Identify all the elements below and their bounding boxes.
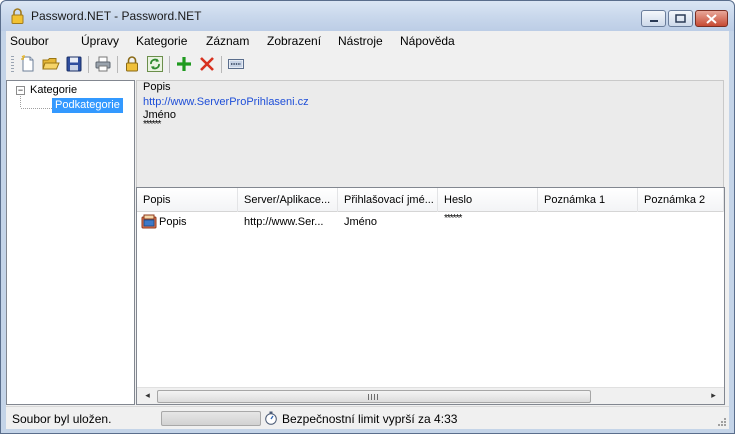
toolbar-separator — [88, 56, 89, 73]
entry-folder-icon — [141, 214, 157, 229]
tree-connector — [20, 96, 21, 108]
delete-x-icon[interactable] — [198, 55, 216, 73]
close-icon — [706, 13, 717, 24]
toolbar-grip[interactable] — [11, 56, 14, 74]
column-header-popis[interactable]: Popis — [137, 188, 238, 212]
table-row[interactable]: Popis http://www.Ser... Jméno ****** — [137, 212, 724, 230]
tree-collapse-toggle[interactable]: − — [16, 86, 25, 95]
open-folder-icon[interactable] — [42, 55, 60, 73]
detail-url-link[interactable]: http://www.ServerProPrihlaseni.cz — [143, 96, 309, 108]
scrollbar-grip — [368, 394, 378, 400]
maximize-icon — [675, 14, 686, 23]
tree-connector — [21, 108, 52, 109]
toolbar-separator — [221, 56, 222, 73]
scrollbar-thumb[interactable] — [157, 390, 591, 403]
add-plus-icon[interactable] — [175, 55, 193, 73]
menu-zobrazeni[interactable]: Zobrazení — [267, 34, 321, 48]
column-header-poznamka2[interactable]: Poznámka 2 — [638, 188, 724, 212]
minimize-icon — [649, 19, 658, 22]
refresh-icon[interactable] — [146, 55, 164, 73]
cell-popis: Popis — [159, 216, 187, 228]
detail-panel: Popis http://www.ServerProPrihlaseni.cz … — [136, 80, 724, 188]
title-bar[interactable]: Password.NET - Password.NET — [1, 1, 734, 31]
toolbar-separator — [117, 56, 118, 73]
close-button[interactable] — [695, 10, 728, 27]
toolbar-separator — [169, 56, 170, 73]
menu-zaznam[interactable]: Záznam — [206, 34, 249, 48]
horizontal-scrollbar[interactable]: ◂ ▸ — [137, 387, 724, 404]
menu-bar: Soubor Úpravy Kategorie Záznam Zobrazení… — [6, 31, 729, 51]
padlock-app-icon — [11, 8, 24, 24]
resize-grip-icon[interactable] — [717, 417, 727, 427]
detail-title: Popis — [143, 81, 171, 93]
status-message: Soubor byl uložen. — [12, 412, 112, 426]
entries-list[interactable]: Popis Server/Aplikace... Přihlašovací jm… — [136, 187, 725, 405]
detail-password: ****** — [143, 119, 161, 130]
cell-heslo: ****** — [444, 213, 462, 224]
tree-node-podkategorie[interactable]: Podkategorie — [52, 98, 123, 113]
category-tree[interactable]: − Kategorie Podkategorie — [6, 80, 135, 405]
cell-server: http://www.Ser... — [244, 216, 324, 228]
cell-login: Jméno — [344, 216, 378, 228]
window-title: Password.NET - Password.NET — [31, 9, 202, 23]
status-bar: Soubor byl uložen. Bezpečnostní limit vy… — [6, 406, 729, 429]
menu-kategorie[interactable]: Kategorie — [136, 34, 187, 48]
tree-node-kategorie[interactable]: Kategorie — [30, 84, 77, 96]
menu-upravy[interactable]: Úpravy — [81, 34, 119, 48]
column-header-heslo[interactable]: Heslo — [438, 188, 538, 212]
minimize-button[interactable] — [641, 10, 666, 27]
menu-soubor[interactable]: Soubor — [10, 34, 49, 48]
column-header-server[interactable]: Server/Aplikace... — [238, 188, 338, 212]
security-timer-text: Bezpečnostní limit vyprší za 4:33 — [282, 412, 458, 426]
column-header-login[interactable]: Přihlašovací jmé... — [338, 188, 438, 212]
password-field-icon[interactable] — [227, 55, 245, 73]
maximize-button[interactable] — [668, 10, 693, 27]
security-timeout-progress — [161, 411, 261, 426]
menu-napoveda[interactable]: Nápověda — [400, 34, 455, 48]
toolbar — [6, 52, 729, 78]
list-header: Popis Server/Aplikace... Přihlašovací jm… — [137, 188, 724, 212]
application-window: Password.NET - Password.NET Soubor Úprav… — [0, 0, 735, 434]
scroll-right-arrow-icon[interactable]: ▸ — [705, 390, 722, 403]
lock-icon[interactable] — [123, 55, 141, 73]
stopwatch-icon — [265, 411, 277, 425]
scroll-left-arrow-icon[interactable]: ◂ — [139, 390, 156, 403]
column-header-poznamka1[interactable]: Poznámka 1 — [538, 188, 638, 212]
client-area: Soubor Úpravy Kategorie Záznam Zobrazení… — [6, 31, 729, 429]
new-document-icon[interactable] — [19, 55, 37, 73]
save-disk-icon[interactable] — [65, 55, 83, 73]
menu-nastroje[interactable]: Nástroje — [338, 34, 383, 48]
print-icon[interactable] — [94, 55, 112, 73]
